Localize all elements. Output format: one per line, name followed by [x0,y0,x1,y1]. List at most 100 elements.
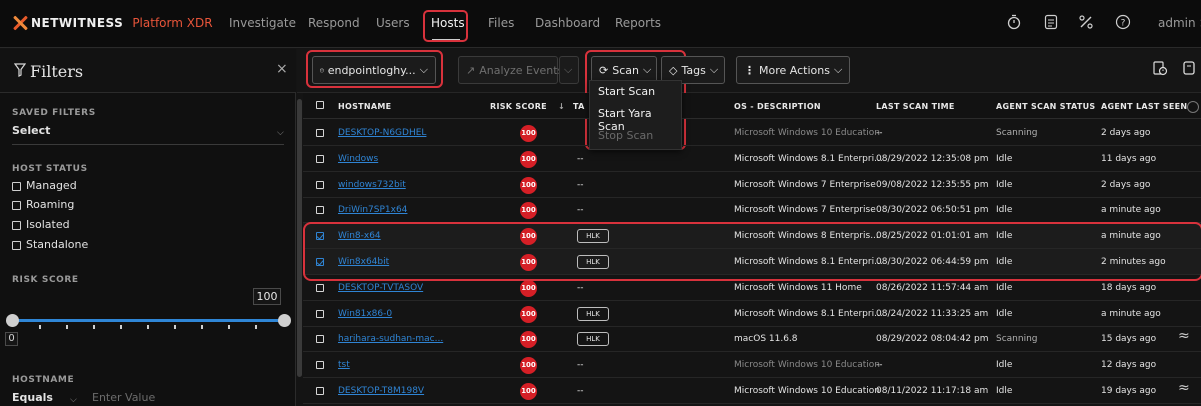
tags-label: Tags [681,63,706,77]
tag-icon: ◇ [669,63,678,77]
row-checkbox[interactable] [316,335,324,344]
nav-dashboard[interactable]: Dashboard [535,16,600,30]
export-icon[interactable] [1180,60,1198,78]
table-row[interactable]: DESKTOP-T8M198V 100 -- Microsoft Windows 10… [303,378,1201,404]
risk-score-slider-fill [12,319,284,322]
hosts-table-header: HOSTNAME RISK SCORE ↓ TA OS - DESCRIPTIO… [303,93,1201,119]
nav-investigate[interactable]: Investigate [229,16,296,30]
risk-score-label: RISK SCORE [12,275,79,285]
os-description: Microsoft Windows 8.1 Enterpri... [734,153,883,164]
risk-score-max-input[interactable]: 100 [253,288,281,305]
saved-filters-select[interactable]: Select [12,124,50,137]
agent-last-seen: 12 days ago [1101,360,1157,371]
checkbox-managed[interactable] [12,182,21,191]
filters-header: Filters × [0,49,296,93]
hostname-operator-select[interactable]: Equals [12,391,53,404]
slider-min-handle[interactable] [6,314,19,327]
os-description: Microsoft Windows 11 Home [734,282,862,293]
row-checkbox[interactable] [316,154,324,163]
tag-cell: -- [577,282,584,293]
hostname-link[interactable]: Win81x86-0 [338,309,392,319]
analyze-events-button[interactable]: ↗ Analyze Events [458,56,563,84]
column-agent-last-seen[interactable]: AGENT LAST SEEN [1101,102,1187,111]
sort-down-icon[interactable]: ↓ [558,102,565,111]
hostname-value-input[interactable]: Enter Value [92,391,155,404]
row-checkbox[interactable] [316,387,324,395]
user-menu[interactable]: admin > [1158,16,1201,30]
row-checkbox[interactable] [316,283,324,292]
last-scan-time: 08/11/2022 11:17:18 am [876,386,989,396]
slider-tick [255,325,257,329]
column-agent-scan-status[interactable]: AGENT SCAN STATUS [996,102,1095,111]
calculator-icon[interactable] [1042,14,1060,32]
table-row[interactable]: tst 100 -- Microsoft Windows 10 Education --… [303,352,1201,379]
agent-scan-status: Idle [996,153,1013,164]
table-row[interactable]: harihara-sudhan-mac... 100 HLK macOS 11.6.8… [303,326,1201,353]
agent-scan-status: Idle [996,179,1013,190]
last-scan-time: 08/29/2022 08:04:42 pm [876,334,989,345]
filters-panel: Filters × SAVED FILTERS Select ⌵ HOST ST… [0,49,296,406]
tools-icon[interactable] [1077,14,1095,32]
menu-start-scan[interactable]: Start Scan [598,85,655,98]
tag-cell: -- [577,153,584,164]
hostname-link[interactable]: Windows [338,154,378,164]
nav-files[interactable]: Files [488,16,514,30]
table-row[interactable]: DESKTOP-N6GDHEL 100 Microsoft Windows 10 E… [303,120,1201,146]
menu-stop-scan[interactable]: Stop Scan [598,129,653,142]
column-settings-icon[interactable] [1187,101,1199,113]
table-row[interactable]: Win81x86-0 100 HLK Microsoft Windows 8.1 En… [303,301,1201,327]
table-row[interactable]: DriWin7SP1x64 100 -- Microsoft Windows 7 En… [303,197,1201,224]
column-risk-score[interactable]: RISK SCORE [490,102,547,111]
hostname-link[interactable]: DESKTOP-TVTASOV [338,283,423,293]
row-checkbox[interactable] [316,309,324,318]
slider-max-handle[interactable] [278,314,291,327]
os-description: Microsoft Windows 10 Education [734,360,880,371]
row-checkbox[interactable] [316,361,324,370]
slider-tick [147,325,149,329]
tag-badge[interactable]: HLK [577,306,609,321]
filters-scrollbar[interactable] [297,99,302,377]
nav-respond[interactable]: Respond [308,16,360,30]
top-navigation: NETWITNESS Platform XDR Investigate Resp… [0,0,1201,48]
checkbox-standalone[interactable] [12,241,21,250]
checkbox-isolated[interactable] [12,221,21,230]
risk-score-badge: 100 [520,202,537,220]
risk-score-badge: 100 [520,279,537,297]
analyze-events-dropdown[interactable]: ⌵ [559,56,579,84]
close-icon[interactable]: × [276,61,288,77]
column-os-description[interactable]: OS - DESCRIPTION [734,102,821,111]
column-tags[interactable]: TA [573,102,585,111]
selected-rows-highlight [303,222,1201,281]
risk-score-badge: 100 [520,383,537,400]
checkbox-roaming[interactable] [12,201,21,210]
netwitness-logo[interactable]: NETWITNESS Platform XDR [12,15,213,31]
column-hostname[interactable]: HOSTNAME [338,102,391,111]
row-checkbox[interactable] [316,180,324,189]
tag-cell: -- [577,205,584,216]
row-checkbox[interactable] [316,206,324,215]
table-row[interactable]: Windows 100 -- Microsoft Windows 8.1 Enterp… [303,146,1201,172]
chevron-down-icon: ⌵ [564,63,573,76]
row-checkbox[interactable] [316,129,324,137]
agent-scan-status: Scanning [996,334,1038,345]
more-actions-button[interactable]: ⋮ More Actions ⌵ [736,56,850,84]
tag-badge[interactable]: HLK [577,332,609,347]
nav-users[interactable]: Users [376,16,410,30]
select-all-checkbox[interactable] [316,101,324,109]
help-icon[interactable]: ? [1114,14,1132,32]
hostname-link[interactable]: harihara-sudhan-mac... [338,334,443,344]
risk-score-min-input[interactable]: 0 [5,332,18,346]
column-last-scan-time[interactable]: LAST SCAN TIME [876,102,955,111]
nav-reports[interactable]: Reports [615,16,661,30]
hostname-link[interactable]: tst [338,360,350,370]
timer-icon[interactable] [1005,14,1023,32]
hostname-link[interactable]: DriWin7SP1x64 [338,205,407,215]
source-select-highlight [306,50,443,88]
table-row[interactable]: windows732bit 100 -- Microsoft Windows 7 En… [303,172,1201,198]
agent-last-seen: 11 days ago [1101,153,1157,164]
hostname-link[interactable]: DESKTOP-T8M198V [338,386,424,396]
scheduled-report-icon[interactable] [1151,60,1169,78]
hostname-link[interactable]: windows732bit [338,180,406,190]
last-scan-time: 08/24/2022 11:33:25 am [876,308,989,319]
hostname-link[interactable]: DESKTOP-N6GDHEL [338,128,426,138]
